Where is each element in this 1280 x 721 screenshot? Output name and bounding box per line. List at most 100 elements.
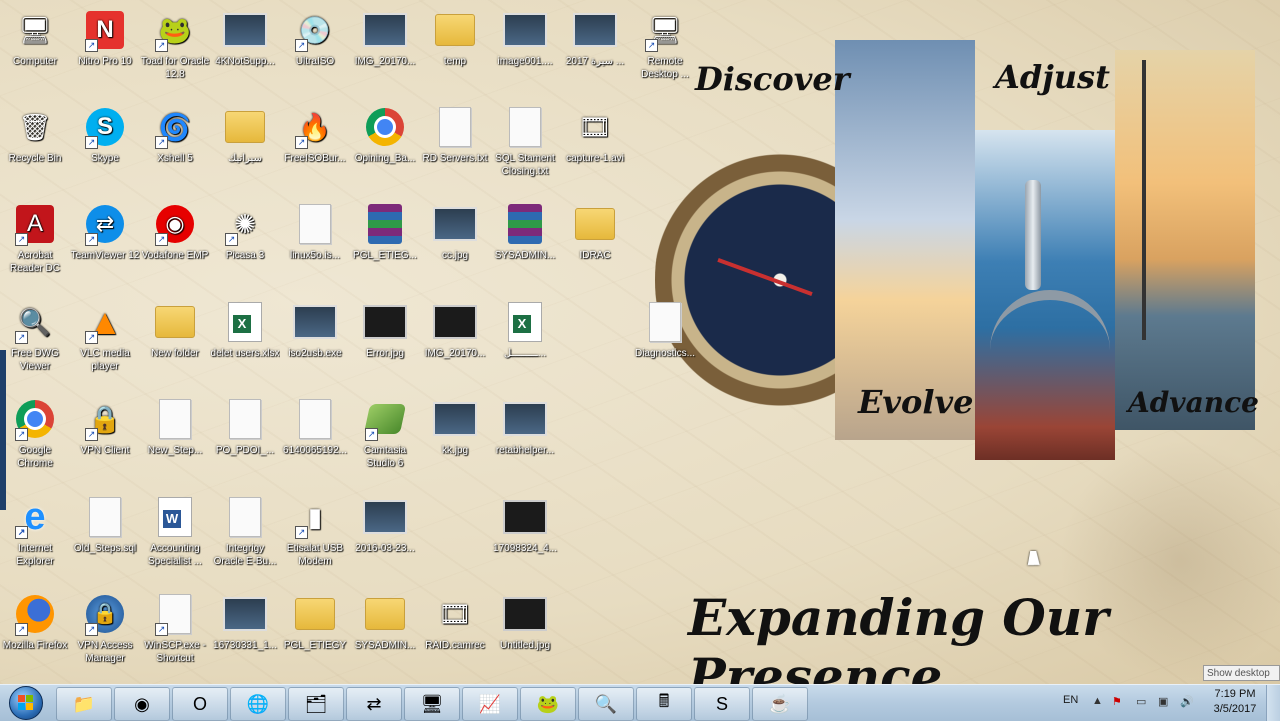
show-desktop-button[interactable]	[1266, 685, 1280, 721]
taskbar-toad[interactable]: 🐸	[520, 687, 576, 721]
power-icon[interactable]: ▭	[1136, 695, 1146, 708]
desktop-icon[interactable]: ▮ ↗ Etisalat USB Modem	[280, 493, 350, 568]
sqldev-icon: S	[715, 693, 728, 714]
desktop-icon[interactable]: 🖥 ↗ Remote Desktop ...	[630, 6, 700, 81]
language-indicator[interactable]: EN	[1063, 694, 1078, 706]
desktop-icon[interactable]: PO_PDOI_...	[210, 395, 280, 457]
taskbar-explorer-libraries[interactable]: 📁	[56, 687, 112, 721]
desktop-icon[interactable]: 🖥 Computer	[0, 6, 70, 68]
desktop-icon[interactable]: delet users.xlsx	[210, 298, 280, 360]
desktop-icon[interactable]: ↗ Google Chrome	[0, 395, 70, 470]
taskbar-task-manager[interactable]: 📈	[462, 687, 518, 721]
desktop-icon[interactable]: Old_Steps.sql	[70, 493, 140, 555]
desktop-icon[interactable]: linux5o.is...	[280, 200, 350, 262]
desktop-icon[interactable]: New_Step...	[140, 395, 210, 457]
desktop-icon[interactable]: A ↗ Acrobat Reader DC	[0, 200, 70, 275]
desktop-icon[interactable]: ↗ Camtasia Studio 6	[350, 395, 420, 470]
desktop-icon[interactable]: Diagnostics...	[630, 298, 700, 360]
taskbar-teamviewer[interactable]: ⇄	[346, 687, 402, 721]
folder-icon	[293, 592, 337, 636]
clock[interactable]: 7:19 PM 3/5/2017	[1205, 687, 1265, 717]
desktop-icon[interactable]: ـــــــــل...	[490, 298, 560, 360]
shortcut-arrow-icon: ↗	[15, 331, 28, 344]
desktop-icon[interactable]: Opining_Ba...	[350, 103, 420, 165]
globe-icon: 🌐	[246, 693, 270, 714]
desktop-icon[interactable]: ↗ Mozilla Firefox	[0, 590, 70, 652]
text-file-icon	[643, 300, 687, 344]
desktop-icon[interactable]: 🔍 ↗ Free DWG Viewer	[0, 298, 70, 373]
network-icon[interactable]: ▣	[1158, 695, 1168, 708]
desktop-icon[interactable]: 🌀 ↗ Xshell 5	[140, 103, 210, 165]
nitro-pro-icon: N ↗	[83, 8, 127, 52]
desktop-icon[interactable]: SYSADMIN...	[350, 590, 420, 652]
action-center-icon[interactable]: ⚑	[1112, 695, 1122, 708]
desktop-icon[interactable]: PGL_ETIEG...	[350, 200, 420, 262]
desktop-icon[interactable]: retabhelper...	[490, 395, 560, 457]
desktop-icon[interactable]: ✺ ↗ Picasa 3	[210, 200, 280, 262]
desktop[interactable]: Discover Adjust Evolve Advance Expanding…	[0, 0, 1280, 684]
desktop-icon[interactable]: 16730331_1...	[210, 590, 280, 652]
desktop-icon-label: Picasa 3	[225, 250, 265, 261]
desktop-icon[interactable]: 🎞 RAID.camrec	[420, 590, 490, 652]
desktop-icon[interactable]: Untitled.jpg	[490, 590, 560, 652]
internet-explorer-icon: e ↗	[13, 495, 57, 539]
desktop-icon[interactable]: 🐸 ↗ Toad for Oracle 12.8	[140, 6, 210, 81]
desktop-icon[interactable]: Error.jpg	[350, 298, 420, 360]
desktop-icon[interactable]: iso2usb.exe	[280, 298, 350, 360]
desktop-icon[interactable]: IMG_20170...	[350, 6, 420, 68]
desktop-icon[interactable]: IDRAC	[560, 200, 630, 262]
volume-icon[interactable]: 🔊	[1180, 695, 1194, 708]
desktop-icon[interactable]: kk.jpg	[420, 395, 490, 457]
desktop-icon[interactable]: سيراتيك	[210, 103, 280, 165]
taskbar-chrome[interactable]: ◉	[114, 687, 170, 721]
firefox-icon: ↗	[13, 592, 57, 636]
desktop-icon[interactable]: S ↗ Skype	[70, 103, 140, 165]
desktop-icon[interactable]: Integrigy Oracle E-Bu...	[210, 493, 280, 568]
desktop-icon-label: VPN Client	[80, 445, 130, 456]
desktop-icon[interactable]: 🗑 Recycle Bin	[0, 103, 70, 165]
taskbar-remote-desktop[interactable]: 🖥	[404, 687, 460, 721]
show-hidden-icons-icon[interactable]: ▲	[1092, 695, 1103, 707]
desktop-icon[interactable]: N ↗ Nitro Pro 10	[70, 6, 140, 68]
desktop-icon-label: Free DWG Viewer	[11, 348, 59, 372]
desktop-icon[interactable]: cc.jpg	[420, 200, 490, 262]
desktop-icon[interactable]: ▲ ↗ VLC media player	[70, 298, 140, 373]
desktop-icon[interactable]: ◉ ↗ Vodafone EMP	[140, 200, 210, 262]
desktop-icon[interactable]: SQL Stament Closing.txt	[490, 103, 560, 178]
desktop-icon[interactable]: 🔒 ↗ VPN Client	[70, 395, 140, 457]
desktop-icon[interactable]: IMG_20170...	[420, 298, 490, 360]
desktop-icon[interactable]: 2017 سيرة ...	[560, 6, 630, 68]
taskbar-globe[interactable]: 🌐	[230, 687, 286, 721]
desktop-icon[interactable]: ↗ WinSCP.exe - Shortcut	[140, 590, 210, 665]
desktop-icon[interactable]: image001....	[490, 6, 560, 68]
desktop-icon[interactable]: RD Servers.txt	[420, 103, 490, 165]
taskbar-calculator[interactable]: 🖩	[636, 687, 692, 721]
taskbar-java[interactable]: ☕	[752, 687, 808, 721]
desktop-icon-label: SQL Stament Closing.txt	[495, 153, 555, 177]
desktop-icon[interactable]: 2016-03-23...	[350, 493, 420, 555]
desktop-icon[interactable]: ⇄ ↗ TeamViewer 12	[70, 200, 140, 262]
taskbar-file-explorer[interactable]: 🗂	[288, 687, 344, 721]
desktop-icon[interactable]: e ↗ Internet Explorer	[0, 493, 70, 568]
desktop-icon-label: 16730331_1...	[213, 640, 277, 651]
desktop-icon-label: Recycle Bin	[8, 153, 62, 164]
desktop-icon[interactable]: 🔥 ↗ FreeISOBur...	[280, 103, 350, 165]
folder-icon	[363, 592, 407, 636]
start-button[interactable]	[2, 686, 50, 720]
desktop-icon[interactable]: 🔒 ↗ VPN Access Manager	[70, 590, 140, 665]
taskbar-sqldev[interactable]: S	[694, 687, 750, 721]
taskbar-outlook[interactable]: O	[172, 687, 228, 721]
desktop-icon[interactable]: 🎞 capture-1.avi	[560, 103, 630, 165]
desktop-icon[interactable]: 4KNotSupp...	[210, 6, 280, 68]
desktop-icon[interactable]: New folder	[140, 298, 210, 360]
taskbar-search[interactable]: 🔍	[578, 687, 634, 721]
desktop-icon[interactable]: PGL_ETIEGY	[280, 590, 350, 652]
desktop-icon-label: VLC media player	[80, 348, 130, 372]
desktop-icon[interactable]: 6140065192...	[280, 395, 350, 457]
desktop-icon[interactable]: 17098324_4...	[490, 493, 560, 555]
desktop-icon[interactable]: 💿 ↗ UltraISO	[280, 6, 350, 68]
desktop-icon[interactable]: Accounting Specialist ...	[140, 493, 210, 568]
desktop-icon-label: image001....	[497, 56, 553, 67]
desktop-icon[interactable]: temp	[420, 6, 490, 68]
desktop-icon[interactable]: SYSADMIN...	[490, 200, 560, 262]
